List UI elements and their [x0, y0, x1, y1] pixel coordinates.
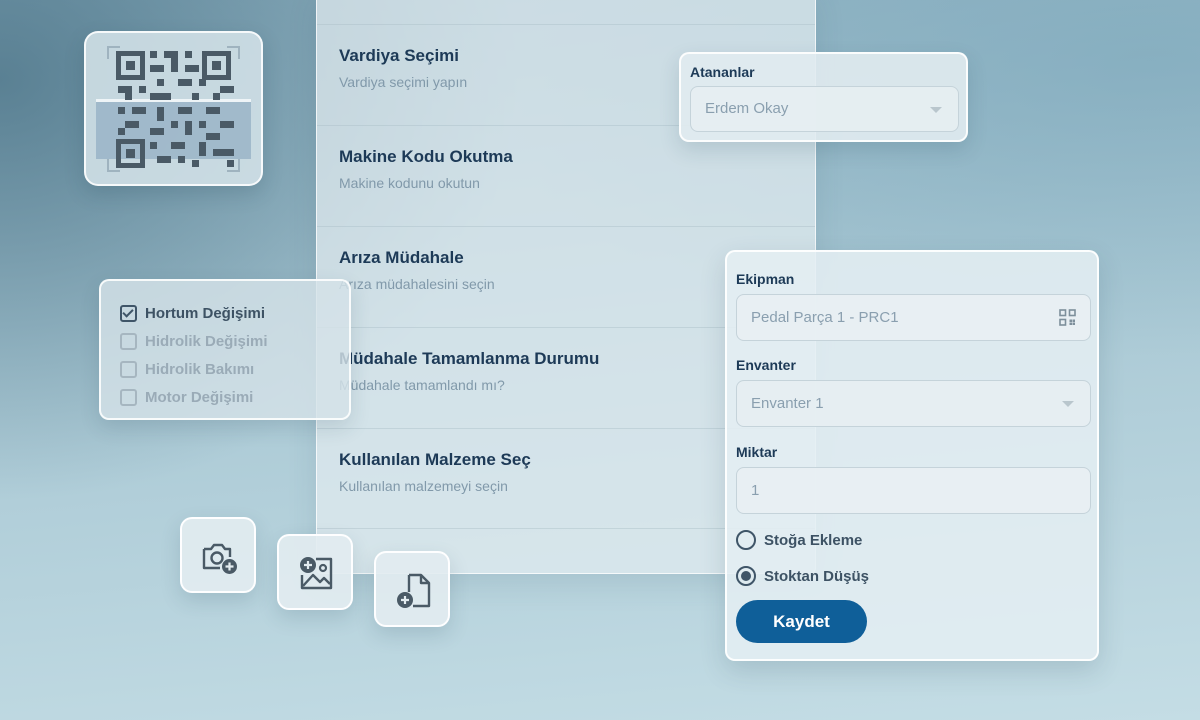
- assignee-card: Atananlar Erdem Okay: [679, 52, 968, 142]
- inventory-form-card: Ekipman Envanter Envanter 1 Miktar Stoğa…: [725, 250, 1099, 661]
- checklist-item[interactable]: Hidrolik Değişimi: [101, 327, 349, 355]
- checkbox-icon[interactable]: [120, 332, 137, 350]
- qr-code-icon: [96, 46, 251, 172]
- checklist-item-label: Hidrolik Bakımı: [145, 360, 255, 378]
- radio-add-label: Stoğa Ekleme: [764, 531, 863, 549]
- intervention-checklist: Hortum Değişimi Hidrolik Değişimi Hidrol…: [99, 279, 351, 420]
- chevron-down-icon: [1062, 401, 1074, 407]
- equipment-input[interactable]: [736, 294, 1091, 341]
- radio-selected-icon[interactable]: [736, 566, 756, 586]
- equipment-label: Ekipman: [736, 271, 795, 287]
- quantity-label: Miktar: [736, 444, 778, 460]
- add-image-button[interactable]: [277, 534, 353, 610]
- radio-deduct-label: Stoktan Düşüş: [764, 567, 870, 585]
- checklist-item-label: Hortum Değişimi: [145, 304, 266, 322]
- chevron-down-icon: [930, 107, 942, 113]
- task-subtitle: Makine kodunu okutun: [339, 175, 480, 191]
- qr-scanner-card[interactable]: [84, 31, 263, 186]
- file-plus-icon: [397, 573, 431, 608]
- camera-plus-icon: [202, 543, 237, 574]
- checklist-item[interactable]: Hortum Değişimi: [101, 299, 349, 327]
- checklist-item-label: Hidrolik Değişimi: [145, 332, 268, 350]
- qr-scan-icon[interactable]: [1059, 309, 1076, 331]
- checklist-item[interactable]: Hidrolik Bakımı: [101, 355, 349, 383]
- checkbox-icon[interactable]: [120, 388, 137, 406]
- checkbox-icon[interactable]: [120, 360, 137, 378]
- checklist-item-label: Motor Değişimi: [145, 388, 254, 406]
- checklist-item[interactable]: Motor Değişimi: [101, 383, 349, 411]
- radio-unselected-icon[interactable]: [736, 530, 756, 550]
- inventory-select[interactable]: Envanter 1: [736, 380, 1091, 427]
- quantity-input[interactable]: [736, 467, 1091, 514]
- save-button[interactable]: Kaydet: [736, 600, 867, 643]
- radio-deduct-from-stock[interactable]: Stoktan Düşüş: [736, 566, 869, 586]
- radio-add-to-stock[interactable]: Stoğa Ekleme: [736, 530, 862, 550]
- add-photo-button[interactable]: [180, 517, 256, 593]
- inventory-selected-value: Envanter 1: [751, 395, 824, 412]
- assignee-select[interactable]: Erdem Okay: [690, 86, 959, 132]
- add-file-button[interactable]: [374, 551, 450, 627]
- task-title: Makine Kodu Okutma: [339, 147, 513, 166]
- image-plus-icon: [300, 557, 333, 590]
- checkbox-checked-icon[interactable]: [120, 304, 137, 322]
- assignee-label: Atananlar: [690, 64, 755, 80]
- assignee-selected-value: Erdem Okay: [705, 100, 789, 117]
- inventory-label: Envanter: [736, 357, 796, 373]
